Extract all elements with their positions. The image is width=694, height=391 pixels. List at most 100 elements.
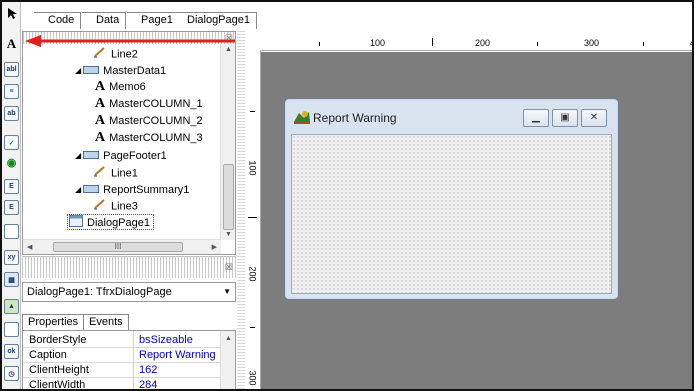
collapse-icon[interactable]: ◢ [75,148,81,164]
panel-icon[interactable] [4,224,19,239]
tree-item-pagefooter1[interactable]: ◢ PageFooter1 [75,148,167,164]
tree-item-mastercolumn3[interactable]: A MasterCOLUMN_3 [95,130,203,146]
memo-icon[interactable]: ≡ [4,84,19,99]
tree-item-label: Line2 [111,48,138,61]
groupbox-icon[interactable]: xy [4,250,19,265]
band-icon [83,148,100,164]
text-icon: A [95,130,106,146]
close-button[interactable]: ✕ [581,109,607,127]
close-icon: ✕ [589,112,599,123]
tree-item-mastercolumn2[interactable]: A MasterCOLUMN_2 [95,113,203,129]
scroll-right-icon[interactable]: ▶ [212,243,217,251]
property-name: BorderStyle [29,334,87,346]
tab-events[interactable]: Events [84,314,129,330]
property-row[interactable]: BorderStyle bsSizeable [23,333,221,348]
scroll-thumb[interactable]: III [53,242,183,252]
band-icon [83,182,100,198]
property-value[interactable]: bsSizeable [139,333,221,348]
ruler-tick [537,42,538,46]
button-icon[interactable]: ab [4,106,19,121]
text-tool-icon[interactable]: A [4,36,19,51]
dialog-client-area[interactable] [291,134,612,294]
property-value[interactable]: Report Warning [139,348,221,363]
scroll-thumb[interactable] [223,164,234,230]
tab-page1[interactable]: Page1 [127,12,180,29]
minimize-button[interactable]: ▁ [523,109,549,127]
tree-item-masterdata1[interactable]: ◢ MasterData1 [75,63,166,79]
minimize-icon: ▁ [532,112,540,123]
tree-item-line2[interactable]: Line2 [93,46,138,62]
horizontal-ruler: 100 200 300 4 [260,31,692,51]
tool-palette: A abl ≡ ab ✓ ◉ E E xy ▦ ▲ ok ◷ [2,2,21,389]
line-icon [93,198,107,215]
collapse-icon[interactable]: ◢ [75,63,81,79]
property-row[interactable]: Caption Report Warning [23,348,221,363]
property-row[interactable]: ClientHeight 162 [23,363,221,378]
label-icon[interactable]: abl [4,62,19,77]
object-selector-value: DialogPage1: TfrxDialogPage [27,286,172,298]
property-name: ClientHeight [29,364,89,376]
dialog-form[interactable]: Report Warning ▁ ▣ ✕ [284,98,619,300]
selector-strip: ☒ [22,256,236,278]
maximize-icon: ▣ [560,112,570,123]
checkbox-icon[interactable]: ✓ [4,135,19,150]
scroll-down-icon[interactable]: ▼ [225,231,232,238]
ruler-label: 4 [690,38,692,48]
tree-item-label: MasterCOLUMN_1 [109,98,203,110]
maximize-button[interactable]: ▣ [552,109,578,127]
pointer-icon[interactable] [4,6,19,21]
tree-item-memo6[interactable]: A Memo6 [95,79,146,95]
dialog-page-icon [69,215,83,231]
band-icon [83,63,100,79]
tree-item-label: Line3 [111,200,138,213]
property-row[interactable]: ClientWidth 284 [23,378,221,389]
bevel-icon[interactable] [4,322,19,337]
text-icon: A [95,113,106,129]
property-name: Caption [29,349,67,361]
datetime-icon[interactable]: ◷ [4,366,19,381]
window-buttons: ▁ ▣ ✕ [523,109,608,128]
tree-item-dialogpage1[interactable]: DialogPage1 [67,214,154,230]
tree-item-line3[interactable]: Line3 [93,198,138,214]
tree-vertical-scrollbar[interactable]: ▲ ▼ [220,44,235,240]
line-icon [93,46,107,63]
panel-splitter[interactable] [237,31,245,389]
inspector-scrollbar[interactable]: ▲ [220,331,235,389]
tree-item-reportsummary1[interactable]: ◢ ReportSummary1 [75,182,189,198]
tab-dialogpage1[interactable]: DialogPage1 [173,12,257,29]
ruler-tick [248,217,257,218]
ok-button-icon[interactable]: ok [4,344,19,359]
property-value[interactable]: 162 [139,363,221,378]
ruler-label: 300 [584,38,600,48]
scroll-left-icon[interactable]: ◀ [27,243,32,251]
ruler-label: 100 [247,160,258,176]
radio-icon[interactable]: ◉ [4,155,19,170]
property-value[interactable]: 284 [139,378,221,389]
tab-properties[interactable]: Properties [22,314,85,330]
inspector-tabs: Properties Events [22,313,236,330]
chevron-down-icon[interactable]: ▼ [223,283,231,301]
scroll-up-icon[interactable]: ▲ [225,335,232,342]
text-icon: A [95,96,106,112]
designer-window: A abl ≡ ab ✓ ◉ E E xy ▦ ▲ ok ◷ Code Data… [0,0,694,391]
tree-item-label: ReportSummary1 [103,184,190,196]
object-selector[interactable]: DialogPage1: TfrxDialogPage ▼ [22,282,236,302]
app-icon [293,109,311,128]
collapse-icon[interactable]: ◢ [75,182,81,198]
tree-item-label: Line1 [111,167,138,180]
tree-item-line1[interactable]: Line1 [93,165,138,181]
grid-icon[interactable]: ▦ [4,272,19,287]
ruler-label: 200 [247,266,258,282]
close-icon[interactable]: ☒ [225,262,233,273]
tab-data[interactable]: Data [82,12,127,29]
image-icon[interactable]: ▲ [4,299,19,314]
object-inspector: BorderStyle bsSizeable Caption Report Wa… [22,330,236,389]
tree-item-label: MasterCOLUMN_3 [109,132,203,144]
tab-code[interactable]: Code [34,12,82,29]
ruler-label: 200 [475,38,491,48]
listbox-icon[interactable]: E [4,179,19,194]
page-tabs: Code Data Page1 DialogPage1 [22,2,692,30]
tree-horizontal-scrollbar[interactable]: ◀ III ▶ [23,239,221,254]
combobox-icon[interactable]: E [4,200,19,215]
tree-item-mastercolumn1[interactable]: A MasterCOLUMN_1 [95,96,203,112]
